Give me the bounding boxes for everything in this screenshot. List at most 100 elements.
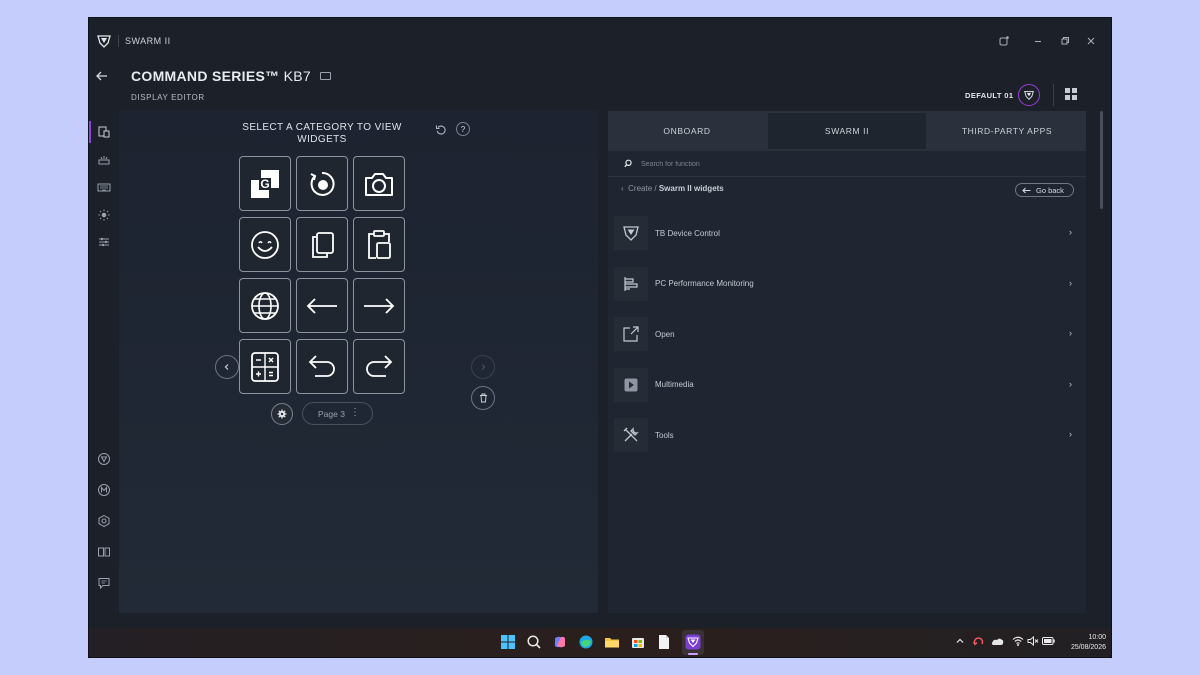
lighting-icon[interactable]	[97, 153, 111, 167]
delete-page-button[interactable]	[471, 386, 495, 410]
panel-scrollbar[interactable]	[1100, 111, 1103, 209]
category-label: Open	[655, 329, 675, 339]
volume-muted-icon[interactable]	[1027, 635, 1039, 647]
swarm-ii-icon[interactable]	[685, 634, 701, 650]
minimize-button[interactable]	[1029, 32, 1047, 50]
tab-third-party-apps[interactable]: THIRD-PARTY APPS	[928, 111, 1086, 151]
category-multimedia[interactable]: Multimedia ›	[614, 360, 1081, 411]
active-app-indicator	[688, 653, 698, 655]
close-button[interactable]	[1082, 32, 1100, 50]
reset-icon[interactable]	[435, 124, 447, 136]
macro-icon[interactable]	[97, 483, 111, 497]
key-g-logo[interactable]: G	[239, 156, 291, 211]
list-icon-box	[614, 367, 648, 402]
help-button[interactable]: ?	[456, 122, 470, 136]
key-calculator[interactable]	[239, 339, 291, 394]
key-copy[interactable]	[296, 217, 348, 272]
back-button[interactable]	[95, 69, 113, 83]
category-open[interactable]: Open ›	[614, 309, 1081, 360]
tab-swarm-ii[interactable]: SWARM II	[768, 113, 926, 149]
display-editor-icon[interactable]	[97, 125, 111, 139]
file-explorer-icon[interactable]	[604, 634, 620, 650]
wifi-icon[interactable]	[1012, 635, 1024, 647]
chevron-right-icon: ›	[1069, 378, 1072, 389]
brightness-icon[interactable]	[97, 208, 111, 222]
breadcrumb-root[interactable]: Create	[628, 184, 652, 193]
search-icon	[624, 159, 632, 168]
breadcrumb-chevron-icon[interactable]: ‹	[621, 184, 624, 193]
grid-view-button[interactable]	[1065, 88, 1077, 100]
globe-icon	[251, 291, 279, 320]
undo-icon	[308, 354, 335, 377]
system-clock[interactable]: 10:00 25/08/2026	[1058, 633, 1106, 653]
settings-hex-icon[interactable]	[97, 514, 111, 528]
redo-icon	[366, 354, 393, 377]
key-camera[interactable]	[353, 156, 405, 211]
key-redo[interactable]	[353, 339, 405, 394]
go-back-button[interactable]: Go back	[1015, 183, 1074, 197]
battery-icon[interactable]	[1042, 636, 1055, 646]
category-tools[interactable]: Tools ›	[614, 410, 1081, 461]
key-arrow-left[interactable]	[296, 278, 348, 333]
title-separator	[118, 35, 119, 47]
feedback-icon[interactable]	[97, 576, 111, 590]
restore-button[interactable]	[1056, 32, 1074, 50]
key-smiley[interactable]	[239, 217, 291, 272]
devices-icon[interactable]	[97, 545, 111, 559]
notification-icon[interactable]	[995, 32, 1013, 50]
tray-sync-icon[interactable]	[972, 635, 985, 648]
copilot-icon[interactable]	[552, 634, 568, 650]
search-bar	[608, 151, 1086, 177]
turtle-beach-badge-icon	[1024, 90, 1034, 100]
chevron-right-icon: ›	[1069, 328, 1072, 338]
chevron-right-icon: ›	[1069, 227, 1072, 237]
page-menu-icon[interactable]: ⋮	[350, 408, 360, 418]
store-icon[interactable]	[630, 634, 646, 650]
windows-start-icon[interactable]	[500, 634, 516, 650]
list-icon-box	[614, 266, 648, 301]
chevron-up-icon[interactable]	[955, 636, 965, 646]
page-settings-button[interactable]	[271, 403, 293, 425]
grid-cell	[1072, 88, 1077, 93]
profile-label[interactable]: DEFAULT 01	[965, 91, 1013, 100]
taskbar: 10:00 25/08/2026	[89, 628, 1111, 657]
key-paste[interactable]	[353, 217, 405, 272]
breadcrumb-separator: /	[654, 184, 657, 193]
edge-icon[interactable]	[578, 634, 594, 650]
notepad-icon[interactable]	[656, 634, 672, 650]
chevron-right-icon: ›	[1069, 277, 1072, 288]
category-tb-device-control[interactable]: TB Device Control ›	[614, 208, 1081, 259]
key-grid: G	[239, 156, 406, 394]
turtle-beach-logo-icon	[97, 35, 111, 48]
breadcrumb: ‹ Create / Swarm II widgets	[621, 184, 724, 193]
search-input[interactable]	[641, 156, 941, 172]
editor-heading: SELECT A CATEGORY TO VIEW WIDGETS	[242, 122, 402, 145]
onedrive-icon[interactable]	[991, 635, 1004, 648]
prev-page-button[interactable]	[215, 355, 239, 379]
turtle-beach-icon[interactable]	[97, 452, 111, 466]
list-icon-box	[614, 216, 648, 251]
category-pc-performance-monitoring[interactable]: PC Performance Monitoring ›	[614, 259, 1081, 310]
sliders-icon[interactable]	[97, 235, 111, 249]
key-globe[interactable]	[239, 278, 291, 333]
smiley-icon	[251, 230, 279, 259]
tab-onboard[interactable]: ONBOARD	[608, 111, 766, 151]
sidebar-active-indicator	[89, 121, 91, 143]
next-page-button[interactable]	[471, 355, 495, 379]
performance-bars-icon	[624, 276, 638, 291]
search-icon[interactable]	[526, 634, 542, 650]
trash-icon	[479, 393, 487, 403]
app-window: SWARM II COMMAND SERIES™ KB7 DISPLAY EDI…	[89, 18, 1111, 657]
chevron-right-icon: ›	[1069, 429, 1072, 439]
arrow-left-small-icon	[1022, 187, 1031, 193]
key-undo[interactable]	[296, 339, 348, 394]
category-label: Multimedia	[655, 380, 694, 390]
clock-time: 10:00	[1088, 634, 1106, 641]
keyboard-icon[interactable]	[97, 180, 111, 194]
page-selector[interactable]: Page 3 ⋮	[302, 402, 373, 425]
page-subtitle: DISPLAY EDITOR	[131, 93, 205, 102]
key-arrow-right[interactable]	[353, 278, 405, 333]
arrow-right-icon	[364, 297, 395, 314]
profile-badge[interactable]	[1018, 84, 1040, 106]
key-refresh[interactable]	[296, 156, 348, 211]
